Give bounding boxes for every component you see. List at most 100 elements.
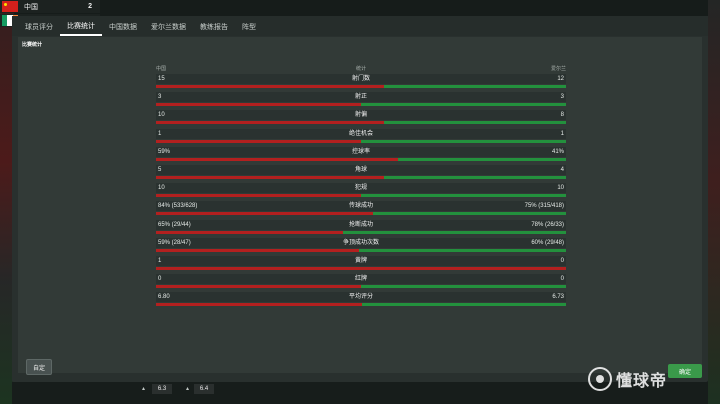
stat-away-value: 1 bbox=[560, 130, 564, 137]
stat-comparison-bar bbox=[156, 248, 566, 252]
away-share-bar bbox=[361, 103, 566, 107]
stat-away-value: 6.73 bbox=[552, 294, 564, 301]
stat-values: 1 绝佳机会 1 bbox=[156, 128, 566, 139]
stat-row: 5 角球 4 bbox=[156, 165, 566, 181]
stat-name: 红牌 bbox=[354, 276, 367, 283]
customize-button[interactable]: 自定 bbox=[26, 359, 53, 375]
home-share-bar bbox=[156, 139, 361, 143]
stats-header-away: 爱尔兰 bbox=[550, 66, 566, 72]
stat-values: 6.80 平均评分 6.73 bbox=[156, 292, 566, 303]
stat-comparison-bar bbox=[156, 194, 566, 198]
away-rating: 6.4 bbox=[194, 384, 214, 394]
section-title: 比赛统计 bbox=[22, 42, 43, 48]
stats-header-center: 统计 bbox=[355, 66, 366, 72]
home-share-bar bbox=[156, 194, 361, 198]
home-share-bar bbox=[156, 85, 384, 88]
tab-ireland-data[interactable]: 爱尔兰数据 bbox=[144, 22, 193, 36]
away-share-bar bbox=[361, 285, 566, 289]
home-share-bar bbox=[156, 212, 374, 216]
stats-table: 中国 统计 爱尔兰 15 射门数 12 3 射正 3 10 射偏 8 1 绝佳机会 1 59% 控球率 41… bbox=[156, 65, 566, 335]
tab-match-stats[interactable]: 比赛统计 bbox=[60, 22, 102, 36]
home-share-bar bbox=[156, 285, 361, 289]
stat-name: 犯规 bbox=[354, 185, 367, 192]
stat-name: 抢断成功 bbox=[348, 221, 373, 228]
stat-name: 射偏 bbox=[354, 112, 367, 119]
stat-comparison-bar bbox=[156, 103, 566, 107]
home-share-bar bbox=[156, 157, 398, 161]
away-share-bar bbox=[373, 212, 566, 216]
away-share-bar bbox=[342, 230, 566, 234]
away-share-bar bbox=[361, 139, 566, 143]
stat-row: 1 黄牌 0 bbox=[156, 256, 566, 272]
rating-separator-icon: ▴ bbox=[142, 386, 146, 392]
stat-name: 黄牌 bbox=[354, 258, 367, 264]
stat-away-value: 3 bbox=[560, 94, 564, 101]
stat-values: 15 射门数 12 bbox=[156, 74, 566, 84]
stat-away-value: 75% (315/418) bbox=[524, 203, 564, 210]
home-team-score: 2 bbox=[88, 3, 92, 10]
stat-values: 5 角球 4 bbox=[156, 165, 566, 175]
stat-comparison-bar bbox=[156, 121, 566, 125]
home-rating: 6.3 bbox=[152, 384, 172, 394]
stat-row: 10 射偏 8 bbox=[156, 110, 566, 126]
stat-row: 59% 控球率 41% bbox=[156, 146, 566, 163]
stat-name: 绝佳机会 bbox=[348, 130, 373, 137]
stat-row: 6.80 平均评分 6.73 bbox=[156, 292, 566, 308]
stat-values: 59% 控球率 41% bbox=[156, 146, 566, 157]
stat-comparison-bar bbox=[156, 212, 566, 216]
stat-comparison-bar bbox=[156, 303, 566, 307]
stat-comparison-bar bbox=[156, 285, 566, 289]
tab-player-ratings[interactable]: 球员评分 bbox=[18, 22, 60, 36]
stat-comparison-bar bbox=[156, 230, 566, 234]
stat-values: 59% (28/47) 争顶成功次数 60% (29/48) bbox=[156, 237, 566, 248]
away-share-bar bbox=[383, 176, 566, 179]
away-share-bar bbox=[383, 121, 566, 125]
away-share-bar bbox=[362, 303, 566, 307]
stat-name: 平均评分 bbox=[348, 294, 373, 301]
tab-china-data[interactable]: 中国数据 bbox=[102, 22, 144, 36]
watermark-text: 懂球帝 bbox=[616, 373, 668, 390]
confirm-button[interactable]: 确定 bbox=[668, 364, 702, 378]
stat-values: 10 犯规 10 bbox=[156, 183, 566, 194]
stat-comparison-bar bbox=[156, 267, 566, 270]
scoreboard-home-row: 中国 2 bbox=[0, 0, 100, 13]
tab-formation[interactable]: 阵型 bbox=[235, 22, 263, 36]
stat-values: 84% (533/628) 传球成功 75% (315/418) bbox=[156, 201, 566, 212]
stat-values: 0 红牌 0 bbox=[156, 274, 566, 285]
home-share-bar bbox=[156, 121, 384, 125]
home-share-bar bbox=[156, 176, 384, 179]
stat-row: 65% (29/44) 抢断成功 78% (26/33) bbox=[156, 219, 566, 236]
home-team-name: 中国 bbox=[24, 3, 38, 11]
stat-comparison-bar bbox=[156, 157, 566, 161]
stat-values: 1 黄牌 0 bbox=[156, 256, 566, 266]
stat-away-value: 78% (26/33) bbox=[531, 221, 564, 228]
stat-away-value: 60% (29/48) bbox=[531, 239, 564, 246]
scoreboard: 中国 2 bbox=[0, 0, 190, 27]
stadium-background-right bbox=[708, 0, 720, 404]
home-share-bar bbox=[156, 303, 363, 307]
rating-separator-icon-2: ▴ bbox=[186, 386, 190, 392]
stat-comparison-bar bbox=[156, 85, 566, 88]
stats-content: 比赛统计 中国 统计 爱尔兰 15 射门数 12 3 射正 3 10 射偏 8 1 绝佳机会 1 59%… bbox=[18, 37, 702, 375]
stat-values: 65% (29/44) 抢断成功 78% (26/33) bbox=[156, 219, 566, 230]
stat-away-value: 10 bbox=[557, 185, 564, 192]
stat-name: 控球率 bbox=[351, 148, 370, 155]
home-share-bar bbox=[156, 267, 566, 270]
match-report-panel: 球员评分 比赛统计 中国数据 爱尔兰数据 教练报告 阵型 比赛统计 中国 统计 … bbox=[12, 16, 708, 382]
stat-away-value: 41% bbox=[551, 148, 564, 155]
stat-name: 争顶成功次数 bbox=[342, 239, 379, 246]
stat-row: 3 射正 3 bbox=[156, 92, 566, 108]
stat-row: 59% (28/47) 争顶成功次数 60% (29/48) bbox=[156, 237, 566, 254]
stat-away-value: 8 bbox=[560, 112, 564, 119]
stat-row: 0 红牌 0 bbox=[156, 274, 566, 290]
away-share-bar bbox=[359, 248, 566, 252]
home-share-bar bbox=[156, 230, 343, 234]
tab-bar: 球员评分 比赛统计 中国数据 爱尔兰数据 教练报告 阵型 bbox=[12, 16, 708, 36]
home-share-bar bbox=[156, 103, 361, 107]
home-share-bar bbox=[156, 248, 360, 252]
tab-coach-report[interactable]: 教练报告 bbox=[193, 22, 235, 36]
stat-row: 84% (533/628) 传球成功 75% (315/418) bbox=[156, 201, 566, 217]
watermark-logo-icon bbox=[588, 367, 612, 391]
stat-name: 射门数 bbox=[351, 76, 370, 82]
stat-row: 10 犯规 10 bbox=[156, 183, 566, 199]
